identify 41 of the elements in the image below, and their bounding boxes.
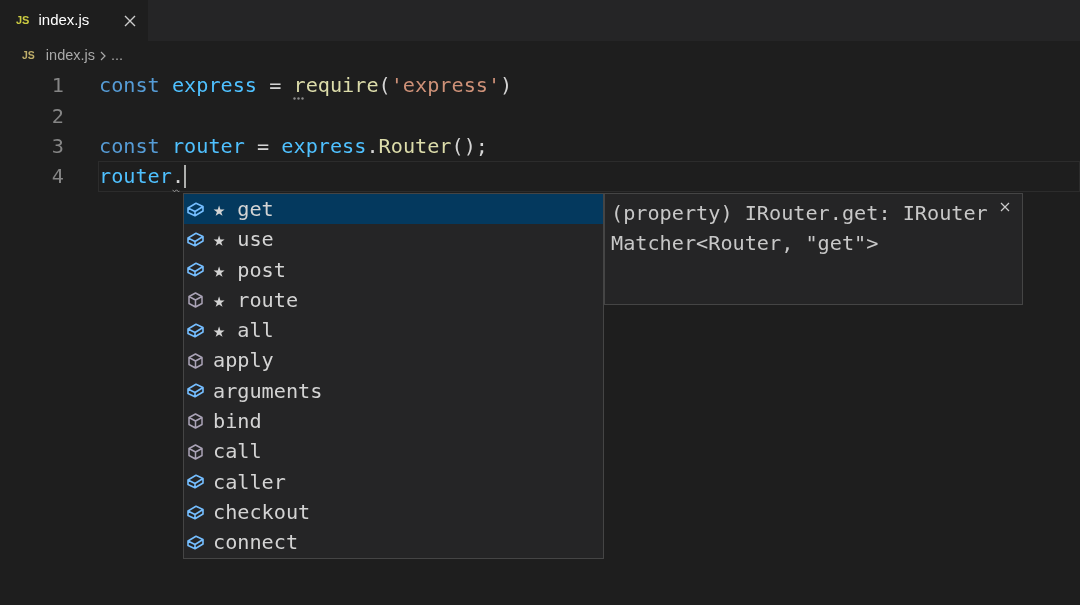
suggestion-item[interactable]: apply — [184, 345, 603, 376]
box-icon — [187, 201, 204, 217]
breadcrumb-item[interactable]: index.js — [45, 44, 95, 67]
text-cursor — [184, 165, 187, 189]
suggestion-item[interactable]: call — [184, 436, 603, 467]
editor-tab[interactable]: JS index.js — [0, 0, 148, 41]
cube-icon — [188, 292, 203, 309]
suggestion-item[interactable]: arguments — [184, 375, 603, 407]
detail-text: (property) IRouter.get: IRouterMatcher<Router, "get"> — [611, 200, 989, 258]
suggestion-item[interactable]: ★ post — [184, 254, 603, 285]
suggestion-item[interactable]: bind — [184, 406, 603, 437]
cube-icon — [188, 443, 203, 460]
box-icon — [187, 262, 204, 278]
code-line: router. — [99, 165, 185, 188]
suggestion-item[interactable]: ★ route — [184, 284, 603, 316]
suggestion-item[interactable]: caller — [184, 466, 603, 497]
code-line: const router = express.Router(); — [99, 134, 488, 157]
suggestion-item[interactable]: ★ all — [184, 315, 603, 346]
box-icon — [187, 231, 204, 247]
box-icon — [187, 322, 204, 338]
box-icon — [187, 474, 204, 490]
breadcrumb-item[interactable]: ... — [111, 44, 124, 67]
line-number: 2 — [50, 104, 64, 127]
code-line: const express = require('express') — [99, 74, 513, 97]
file-type-label: JS — [16, 13, 30, 29]
file-type-label: JS — [22, 47, 35, 63]
chevron-right-icon — [100, 50, 106, 61]
close-icon[interactable] — [1000, 202, 1010, 212]
suggestion-item[interactable]: ★ get — [184, 194, 603, 225]
line-number: 4 — [50, 165, 64, 188]
cube-icon — [188, 413, 203, 430]
close-icon[interactable] — [124, 14, 136, 27]
box-icon — [187, 504, 204, 520]
suggestion-item[interactable]: connect — [184, 527, 603, 558]
box-icon — [187, 534, 204, 550]
suggestion-item[interactable]: ★ use — [184, 224, 603, 255]
cube-icon — [188, 352, 203, 369]
suggestion-item[interactable]: checkout — [184, 496, 603, 528]
line-number: 3 — [50, 134, 64, 157]
box-icon — [187, 383, 204, 399]
line-number: 1 — [50, 74, 64, 97]
